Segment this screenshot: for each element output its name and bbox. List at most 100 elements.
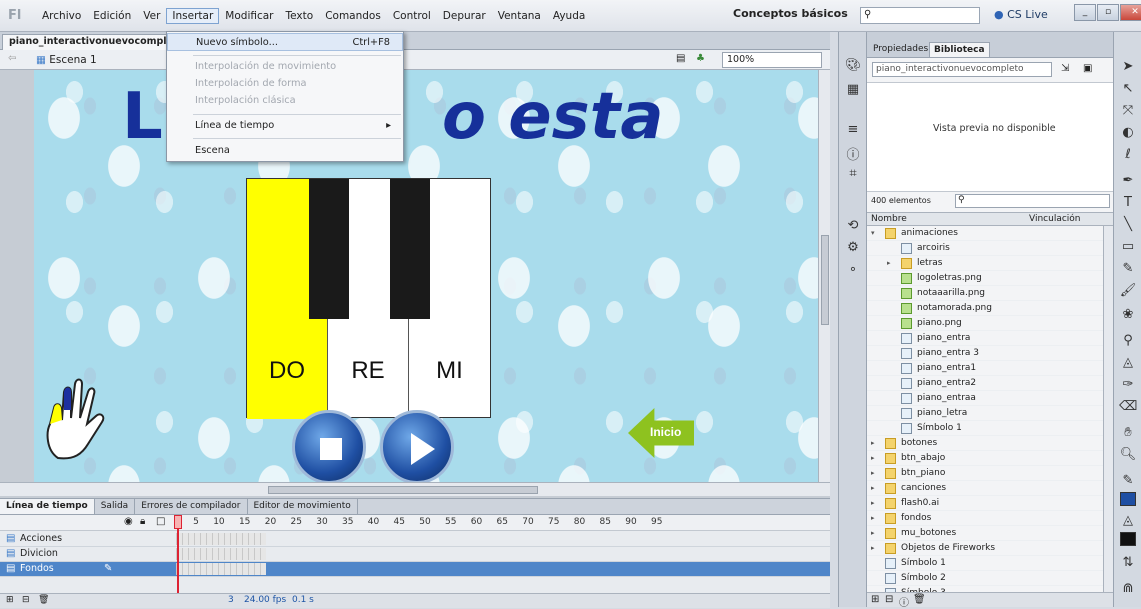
deco-tool-icon[interactable]: ❀: [1119, 306, 1137, 324]
eraser-icon[interactable]: ⌫: [1119, 398, 1137, 416]
paint-bucket-icon[interactable]: ◬: [1119, 354, 1137, 372]
library-item[interactable]: Símbolo 2: [867, 571, 1103, 586]
library-item[interactable]: ▸ flash0.ai: [867, 496, 1103, 511]
stop-button[interactable]: [292, 410, 366, 484]
outline-icon[interactable]: □: [156, 516, 165, 527]
text-tool-icon[interactable]: T: [1119, 194, 1137, 212]
menu-ventana[interactable]: Ventana: [492, 8, 547, 24]
collapsed-arrow-icon[interactable]: ▸: [871, 496, 875, 511]
cs-live-button[interactable]: ● CS Live: [994, 8, 1048, 21]
library-item[interactable]: ▸ Objetos de Fireworks: [867, 541, 1103, 556]
zoom-tool-icon[interactable]: 🔍︎: [1119, 446, 1137, 464]
subselection-tool-icon[interactable]: ↖: [1119, 80, 1137, 98]
close-button[interactable]: ✕: [1120, 4, 1141, 21]
new-folder-icon[interactable]: ⊟: [885, 594, 893, 605]
library-item[interactable]: ▸ botones: [867, 436, 1103, 451]
piano-black-key-2[interactable]: [390, 179, 430, 319]
library-item[interactable]: piano_letra: [867, 406, 1103, 421]
collapsed-arrow-icon[interactable]: ▸: [871, 526, 875, 541]
library-document-select[interactable]: piano_interactivonuevocompleto: [872, 62, 1052, 77]
3d-rotation-icon[interactable]: ◐: [1119, 124, 1137, 142]
menu-insertar[interactable]: Insertar: [166, 8, 220, 24]
minimize-button[interactable]: _: [1074, 4, 1096, 21]
snap-icon[interactable]: ⋒: [1119, 580, 1137, 598]
actions-icon[interactable]: ⟲: [845, 218, 861, 234]
library-item[interactable]: Símbolo 1: [867, 421, 1103, 436]
eye-icon[interactable]: ◉: [124, 516, 133, 527]
column-linkage[interactable]: Vinculación: [1029, 214, 1081, 224]
library-item[interactable]: ▸ btn_abajo: [867, 451, 1103, 466]
document-tab[interactable]: piano_interactivonuevocompleto: [2, 34, 192, 50]
collapsed-arrow-icon[interactable]: ▸: [871, 511, 875, 526]
eyedropper-icon[interactable]: ✑: [1119, 376, 1137, 394]
pencil-tool-icon[interactable]: ✎: [1119, 260, 1137, 278]
library-item[interactable]: piano_entra 3: [867, 346, 1103, 361]
new-layer-icon[interactable]: ⊞: [6, 595, 14, 605]
motion-presets-icon[interactable]: ∘: [845, 262, 861, 278]
scene-label[interactable]: ▦ Escena 1: [36, 54, 97, 66]
tab-properties[interactable]: Propiedades: [869, 42, 932, 56]
free-transform-icon[interactable]: ⤧: [1119, 102, 1137, 120]
fill-color-swatch[interactable]: [1120, 532, 1136, 546]
stroke-color-icon[interactable]: ✎: [1119, 472, 1137, 490]
lasso-icon[interactable]: ℓ: [1119, 146, 1137, 164]
edit-symbols-icon[interactable]: ♣: [696, 53, 705, 64]
collapsed-arrow-icon[interactable]: ▸: [871, 481, 875, 496]
collapsed-arrow-icon[interactable]: ▸: [871, 451, 875, 466]
collapsed-arrow-icon[interactable]: ▸: [887, 256, 891, 271]
layer-frames[interactable]: [176, 533, 266, 545]
collapsed-arrow-icon[interactable]: ▸: [871, 436, 875, 451]
stage-horizontal-scrollbar[interactable]: [0, 482, 830, 496]
line-tool-icon[interactable]: ╲: [1119, 216, 1137, 234]
library-item[interactable]: Símbolo 1: [867, 556, 1103, 571]
library-item[interactable]: piano.png: [867, 316, 1103, 331]
layer-name[interactable]: Divicion: [20, 548, 58, 559]
layer-frames[interactable]: [176, 548, 266, 560]
menu-control[interactable]: Control: [387, 8, 437, 24]
inicio-button[interactable]: Inicio: [628, 408, 694, 458]
menu-archivo[interactable]: Archivo: [36, 8, 87, 24]
menu-item-timeline[interactable]: Línea de tiempo ▸: [167, 117, 403, 135]
pen-icon[interactable]: ✒: [1119, 172, 1137, 190]
library-item[interactable]: piano_entraa: [867, 391, 1103, 406]
menu-ayuda[interactable]: Ayuda: [547, 8, 591, 24]
align-icon[interactable]: ≡: [845, 122, 861, 138]
playhead-handle[interactable]: [174, 515, 182, 529]
library-item[interactable]: logoletras.png: [867, 271, 1103, 286]
stroke-color-swatch[interactable]: [1120, 492, 1136, 506]
scroll-thumb[interactable]: [821, 235, 829, 325]
library-item[interactable]: notaaarilla.png: [867, 286, 1103, 301]
piano-keyboard[interactable]: DO RE MI: [246, 178, 491, 419]
zoom-select[interactable]: 100%: [722, 52, 822, 68]
layer-row[interactable]: ▤ Divicion: [0, 547, 830, 562]
library-item[interactable]: ▾ animaciones: [867, 226, 1103, 241]
library-item[interactable]: ▸ letras: [867, 256, 1103, 271]
new-library-icon[interactable]: ▣: [1083, 63, 1092, 74]
components-icon[interactable]: ⚙︎: [845, 240, 861, 256]
trash-icon[interactable]: 🗑︎: [913, 594, 926, 605]
stage-vertical-scrollbar[interactable]: [818, 70, 830, 482]
scroll-thumb[interactable]: [268, 486, 538, 494]
lock-icon[interactable]: 🔒︎: [140, 516, 145, 527]
rectangle-tool-icon[interactable]: ▭: [1119, 238, 1137, 256]
new-symbol-icon[interactable]: ⊞: [871, 594, 879, 605]
tab-library[interactable]: Biblioteca: [929, 42, 990, 57]
tab-output[interactable]: Salida: [95, 499, 136, 514]
menu-depurar[interactable]: Depurar: [437, 8, 492, 24]
library-item[interactable]: ▸ btn_piano: [867, 466, 1103, 481]
layer-name[interactable]: Fondos: [20, 563, 54, 574]
menu-item-scene[interactable]: Escena: [167, 142, 403, 160]
help-search-input[interactable]: ⚲: [860, 7, 980, 24]
edit-scene-icon[interactable]: ▤: [676, 53, 685, 64]
menu-comandos[interactable]: Comandos: [319, 8, 387, 24]
library-item[interactable]: ▸ mu_botones: [867, 526, 1103, 541]
library-item[interactable]: piano_entra: [867, 331, 1103, 346]
library-item[interactable]: ▸ canciones: [867, 481, 1103, 496]
library-item[interactable]: notamorada.png: [867, 301, 1103, 316]
swatches-icon[interactable]: ▦: [845, 82, 861, 98]
menu-ver[interactable]: Ver: [137, 8, 166, 24]
workspace-selector[interactable]: Conceptos básicos: [733, 7, 848, 20]
library-item[interactable]: ▸ fondos: [867, 511, 1103, 526]
layer-name[interactable]: Acciones: [20, 533, 62, 544]
library-item[interactable]: piano_entra1: [867, 361, 1103, 376]
